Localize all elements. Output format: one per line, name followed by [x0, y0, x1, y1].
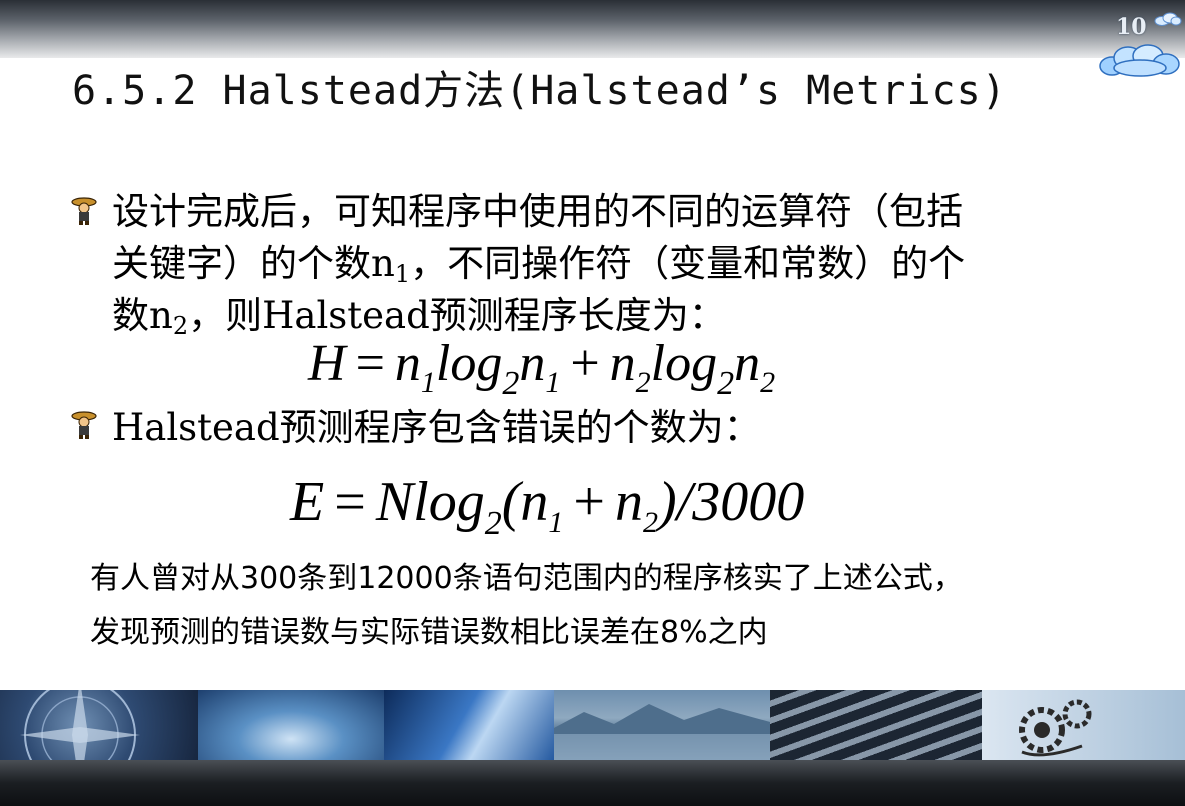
formula-subscript: 1	[548, 506, 564, 539]
formula-subscript: 2	[635, 366, 651, 399]
formula-subscript: 2	[717, 365, 735, 402]
formula-symbol: H	[308, 335, 346, 392]
cloud-icon	[1154, 12, 1182, 26]
slide-number: 10	[1116, 14, 1147, 40]
earth-image-panel	[198, 690, 384, 760]
compass-image-panel	[0, 690, 198, 760]
note-line-1: 有人曾对从300条到12000条语句范围内的程序核实了上述公式，	[90, 561, 963, 596]
top-header-bar	[0, 0, 1185, 58]
formula-program-length: H = n1log2n1 + n2log2n2	[308, 334, 775, 401]
keyboard-image-panel	[770, 690, 982, 760]
formula-error-count: E = Nlog2(n1 + n2)/3000	[290, 470, 805, 541]
mountain-lake-image-panel	[554, 690, 770, 760]
bullet-1-line-2-rest: ，不同操作符（变量和常数）的个	[410, 242, 966, 285]
formula-subscript: 2	[484, 505, 502, 542]
formula-log: log	[435, 335, 503, 392]
formula-term: n	[614, 471, 643, 533]
formula-subscript: 2	[760, 366, 776, 399]
formula-subscript: 2	[502, 365, 520, 402]
compass-icon	[20, 690, 140, 760]
formula-subscript: 1	[420, 366, 436, 399]
cloud-icon	[1099, 44, 1180, 77]
formula-operator: +	[573, 471, 605, 533]
bullet-paragraph-1: 设计完成后，可知程序中使用的不同的运算符（包括 关键字）的个数n1，不同操作符（…	[112, 186, 1112, 342]
blue-abstract-image-panel	[384, 690, 554, 760]
bullet-1-line-3-rest: ，则Halstead预测程序长度为：	[188, 294, 726, 337]
bullet-1-line-1: 设计完成后，可知程序中使用的不同的运算符（包括	[112, 190, 963, 233]
bullet-1-line-2: 关键字）的个数n	[112, 242, 395, 285]
formula-term: )/3000	[657, 471, 805, 533]
formula-term: n	[519, 335, 546, 392]
formula-term: n	[609, 335, 636, 392]
formula-log: log	[650, 335, 718, 392]
note-line-2: 发现预测的错误数与实际错误数相比误差在8%之内	[90, 615, 768, 650]
mountain-icon	[554, 704, 770, 760]
formula-operator: +	[570, 335, 600, 392]
gears-image-panel	[982, 690, 1185, 760]
formula-operator: =	[334, 471, 366, 533]
subscript: 1	[394, 260, 411, 288]
bottom-footer-bar	[0, 760, 1185, 806]
formula-term: n	[734, 335, 761, 392]
formula-term: Nlog	[375, 471, 485, 533]
formula-subscript: 2	[642, 506, 658, 539]
footer-image-strip	[0, 690, 1185, 760]
formula-subscript: 1	[545, 366, 561, 399]
note-paragraph: 有人曾对从300条到12000条语句范围内的程序核实了上述公式， 发现预测的错误…	[90, 552, 1150, 660]
bullet-paragraph-2: Halstead预测程序包含错误的个数为：	[112, 406, 761, 449]
formula-term: (n	[501, 471, 549, 533]
subscript: 2	[172, 312, 189, 340]
bullet-1-line-3: 数n	[112, 294, 173, 337]
formula-term: n	[394, 335, 421, 392]
cartoon-figure-icon	[71, 411, 97, 439]
formula-symbol: E	[290, 471, 325, 533]
formula-operator: =	[355, 335, 385, 392]
gear-icon	[1019, 699, 1092, 757]
cartoon-figure-icon	[71, 197, 97, 225]
slide-title: 6.5.2 Halstead方法(Halstead’s Metrics)	[72, 68, 1007, 114]
